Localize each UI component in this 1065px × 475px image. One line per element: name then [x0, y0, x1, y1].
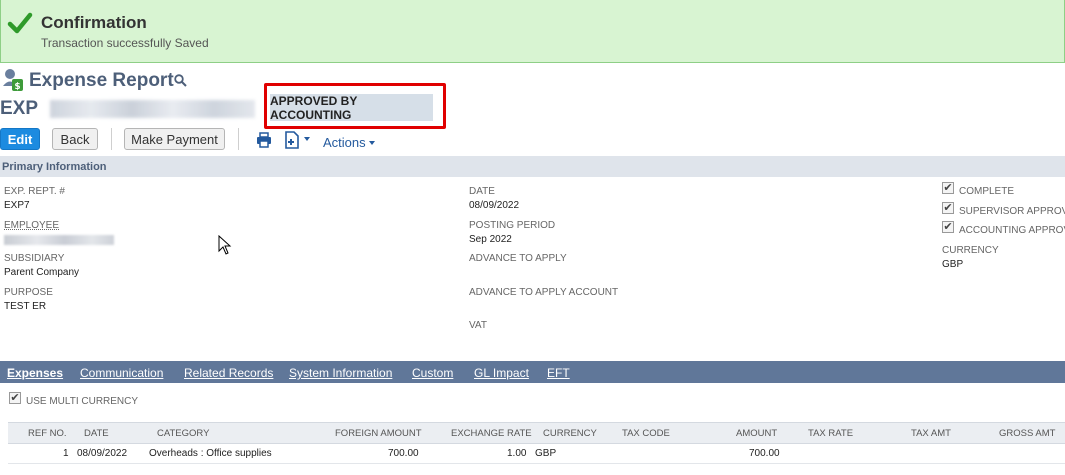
mouse-cursor-icon: [218, 235, 232, 255]
date-label: DATE: [469, 186, 495, 197]
posting-period-value: Sep 2022: [469, 234, 512, 245]
supervisor-approval-checkbox[interactable]: ✔: [942, 202, 954, 214]
column-header: CATEGORY: [157, 428, 210, 439]
subsidiary-label: SUBSIDIARY: [4, 253, 65, 264]
banner-title: Confirmation: [41, 13, 147, 32]
exp-rept-label: EXP. REPT. #: [4, 186, 65, 197]
exp-rept-value: EXP7: [4, 200, 30, 211]
tab-custom[interactable]: Custom: [412, 366, 453, 380]
subsidiary-value: Parent Company: [4, 267, 80, 278]
column-header: AMOUNT: [736, 428, 778, 439]
column-header: DATE: [84, 428, 109, 439]
redacted-record-name: [50, 100, 255, 118]
svg-text:$: $: [14, 82, 20, 92]
primary-information-header[interactable]: Primary Information: [0, 156, 1065, 177]
column-header: TAX AMT: [911, 428, 951, 439]
column-header: EXCHANGE RATE: [451, 428, 532, 439]
employee-label[interactable]: EMPLOYEE: [4, 220, 59, 231]
purpose-value: TEST ER: [4, 301, 47, 312]
back-button[interactable]: Back: [52, 128, 98, 150]
tab-eft[interactable]: EFT: [547, 366, 570, 380]
purpose-label: PURPOSE: [4, 287, 53, 298]
tab-system-information[interactable]: System Information: [289, 366, 392, 380]
status-highlight-box: [264, 83, 446, 129]
complete-label: COMPLETE: [959, 186, 1015, 197]
accounting-approval-checkbox[interactable]: ✔: [942, 221, 954, 233]
tab-expenses[interactable]: Expenses: [7, 366, 63, 380]
chevron-down-icon[interactable]: [304, 137, 310, 141]
print-icon[interactable]: [256, 132, 272, 148]
currency-label: CURRENCY: [942, 245, 999, 256]
currency-value: GBP: [942, 259, 964, 270]
date-cell: 08/09/2022: [77, 448, 128, 459]
column-header: TAX CODE: [622, 428, 670, 439]
tab-related-records[interactable]: Related Records: [184, 366, 273, 380]
use-multi-currency-label: USE MULTI CURRENCY: [26, 396, 139, 407]
checkmark-icon: [7, 12, 33, 34]
amount-cell: 700.00: [749, 448, 780, 459]
tab-gl-impact[interactable]: GL Impact: [474, 366, 529, 380]
foreign-amount-cell: 700.00: [388, 448, 419, 459]
accounting-approval-label: ACCOUNTING APPROVAL: [959, 225, 1065, 236]
new-document-icon[interactable]: [283, 131, 301, 149]
advance-account-label: ADVANCE TO APPLY ACCOUNT: [469, 287, 619, 298]
date-value: 08/09/2022: [469, 200, 520, 211]
column-header: FOREIGN AMOUNT: [335, 428, 422, 439]
supervisor-approval-label: SUPERVISOR APPROVAL: [959, 206, 1065, 217]
actions-menu[interactable]: Actions: [323, 135, 366, 150]
complete-checkbox[interactable]: ✔: [942, 182, 954, 194]
make-payment-button[interactable]: Make Payment: [124, 128, 225, 150]
ref-no-cell: 1: [63, 448, 69, 459]
search-icon[interactable]: [174, 74, 187, 87]
advance-to-apply-label: ADVANCE TO APPLY: [469, 253, 567, 264]
redacted-employee-value[interactable]: [4, 235, 114, 245]
expense-report-icon: $: [3, 69, 23, 92]
banner-message: Transaction successfully Saved: [41, 36, 209, 50]
currency-cell: GBP: [535, 448, 557, 459]
chevron-down-icon[interactable]: [369, 141, 375, 145]
vat-label: VAT: [469, 320, 487, 331]
tab-communication[interactable]: Communication: [80, 366, 163, 380]
confirmation-banner: Confirmation Transaction successfully Sa…: [0, 0, 1065, 63]
toolbar-divider: [238, 128, 239, 150]
use-multi-currency-checkbox[interactable]: ✔: [9, 392, 21, 404]
record-number: EXP: [0, 98, 39, 119]
record-type-title: Expense Report: [29, 70, 174, 91]
exchange-rate-cell: 1.00: [507, 448, 527, 459]
column-header: TAX RATE: [808, 428, 854, 439]
column-header: REF NO.: [28, 428, 67, 439]
category-cell: Overheads : Office supplies: [149, 448, 272, 459]
column-header: CURRENCY: [543, 428, 597, 439]
column-header: GROSS AMT: [999, 428, 1056, 439]
posting-period-label: POSTING PERIOD: [469, 220, 556, 231]
edit-button[interactable]: Edit: [0, 128, 40, 150]
toolbar-divider: [111, 128, 112, 150]
